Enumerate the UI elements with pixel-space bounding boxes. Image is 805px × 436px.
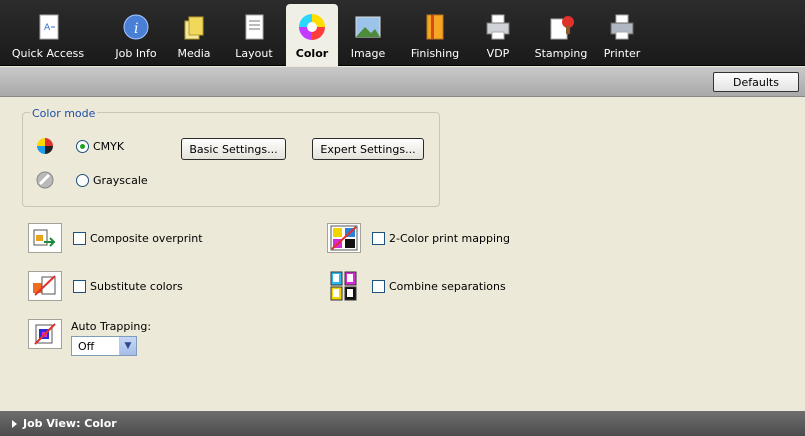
tab-label: Image	[350, 47, 386, 60]
tab-label: VDP	[486, 47, 510, 60]
tab-finishing[interactable]: Finishing	[404, 4, 466, 66]
media-icon	[184, 16, 204, 40]
layout-icon	[245, 14, 264, 40]
tab-image[interactable]: Image	[346, 4, 390, 66]
color-mode-group: Color mode CMYK Grayscale Basic Settings…	[22, 107, 440, 207]
substitute-colors-icon	[28, 271, 62, 301]
tab-quick-access[interactable]: A Quick Access	[2, 4, 94, 66]
grayscale-icon	[36, 171, 54, 189]
tab-label: Media	[177, 47, 211, 60]
cmyk-radio[interactable]	[76, 140, 89, 153]
vdp-icon	[486, 14, 510, 40]
cmyk-label: CMYK	[93, 140, 125, 153]
job-view-label: Job View: Color	[23, 417, 117, 430]
expand-triangle-icon[interactable]	[12, 419, 17, 428]
color-settings-panel: Color mode CMYK Grayscale Basic Settings…	[0, 98, 805, 411]
combine-separations-label: Combine separations	[389, 280, 506, 293]
tab-label: Job Info	[115, 47, 157, 60]
two-color-mapping-label: 2-Color print mapping	[389, 232, 510, 245]
color-mode-legend: Color mode	[30, 107, 98, 120]
tab-label: Color	[295, 47, 329, 60]
two-color-mapping-row[interactable]: 2-Color print mapping	[372, 232, 510, 245]
combine-separations-checkbox[interactable]	[372, 280, 385, 293]
tab-printer[interactable]: Printer	[598, 4, 646, 66]
svg-text:A: A	[44, 23, 51, 33]
tab-media[interactable]: Media	[172, 4, 216, 66]
cmyk-icon	[37, 138, 53, 154]
tab-color[interactable]: Color	[286, 4, 338, 66]
two-color-mapping-checkbox[interactable]	[372, 232, 385, 245]
finishing-icon	[426, 14, 444, 40]
main-toolbar: A Quick Access i Job Info Media Layout C…	[0, 0, 805, 66]
quick-access-icon: A	[39, 14, 59, 40]
tab-label: Finishing	[410, 47, 460, 60]
auto-trapping-label: Auto Trapping:	[71, 320, 152, 333]
color-wheel-icon	[299, 14, 325, 40]
substitute-colors-row[interactable]: Substitute colors	[73, 280, 183, 293]
auto-trapping-icon	[28, 319, 62, 349]
info-icon: i	[123, 14, 149, 40]
auto-trapping-select[interactable]: Off ▼	[71, 336, 137, 356]
two-color-mapping-icon	[327, 223, 361, 253]
composite-overprint-checkbox[interactable]	[73, 232, 86, 245]
tab-label: Quick Access	[11, 47, 85, 60]
tab-job-info[interactable]: i Job Info	[106, 4, 166, 66]
tab-vdp[interactable]: VDP	[478, 4, 518, 66]
cmyk-radio-row[interactable]: CMYK	[76, 140, 124, 153]
basic-settings-button[interactable]: Basic Settings...	[181, 138, 286, 160]
tab-stamping[interactable]: Stamping	[530, 4, 592, 66]
defaults-bar: Defaults	[0, 67, 805, 97]
tab-label: Layout	[235, 47, 273, 60]
composite-overprint-icon	[28, 223, 62, 253]
job-view-bar[interactable]: Job View: Color	[0, 411, 805, 436]
substitute-colors-checkbox[interactable]	[73, 280, 86, 293]
grayscale-radio-row[interactable]: Grayscale	[76, 174, 148, 187]
grayscale-radio[interactable]	[76, 174, 89, 187]
defaults-button[interactable]: Defaults	[713, 72, 799, 92]
tab-label: Stamping	[534, 47, 588, 60]
grayscale-label: Grayscale	[93, 174, 148, 187]
svg-text:i: i	[134, 21, 138, 37]
image-icon	[355, 16, 381, 38]
printer-icon	[610, 14, 634, 40]
tab-label: Printer	[603, 47, 641, 60]
composite-overprint-label: Composite overprint	[90, 232, 203, 245]
stamping-icon	[550, 16, 574, 40]
combine-separations-icon	[327, 271, 361, 301]
substitute-colors-label: Substitute colors	[90, 280, 183, 293]
expert-settings-button[interactable]: Expert Settings...	[312, 138, 424, 160]
auto-trapping-value: Off	[78, 339, 95, 353]
composite-overprint-row[interactable]: Composite overprint	[73, 232, 203, 245]
tab-layout[interactable]: Layout	[226, 4, 282, 66]
combine-separations-row[interactable]: Combine separations	[372, 280, 506, 293]
chevron-down-icon[interactable]: ▼	[119, 337, 136, 355]
